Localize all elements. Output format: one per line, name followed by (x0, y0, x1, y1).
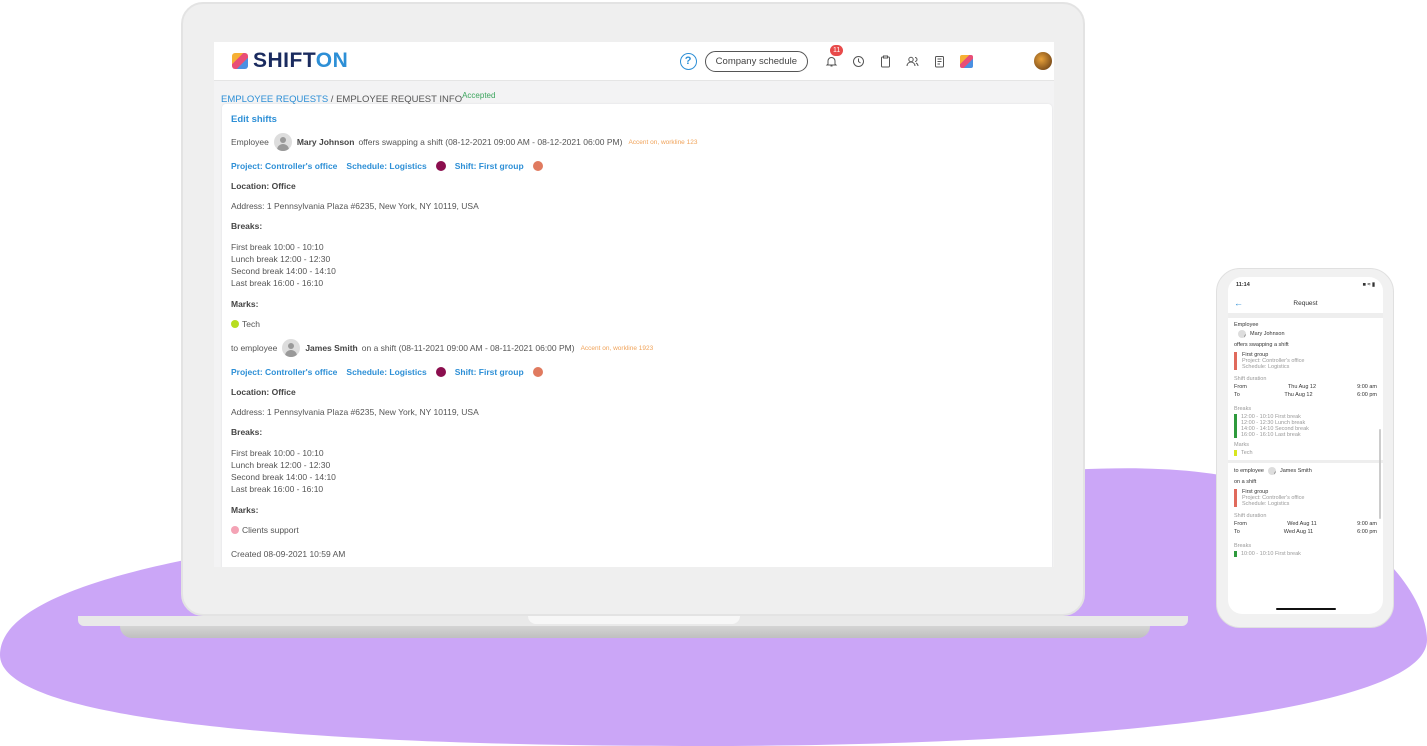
top-navigation-bar: SHIFTON ? Company schedule 11 (214, 42, 1054, 81)
clock-icon[interactable] (851, 54, 865, 68)
to-shift-details: Project: Controller's office Schedule: L… (231, 367, 1043, 377)
user-avatar[interactable] (1034, 52, 1052, 70)
phone-scrollbar[interactable] (1379, 429, 1381, 519)
avatar-icon (1267, 467, 1276, 475)
shift-link[interactable]: Shift: First group (455, 367, 524, 377)
company-schedule-button[interactable]: Company schedule (704, 50, 808, 72)
laptop-screen: SHIFTON ? Company schedule 11 EMPLOYEE R… (214, 42, 1054, 567)
avatar-icon (282, 339, 301, 357)
phone-shift-card[interactable]: First group Project: Controller's office… (1234, 489, 1377, 507)
clipboard-icon[interactable] (878, 54, 892, 68)
location: Location: Office (231, 387, 296, 397)
project-link[interactable]: Project: Controller's office (231, 161, 337, 171)
to-employee-row: to employee James Smith on a shift (08-1… (231, 339, 1043, 357)
mark-color-dot (231, 320, 239, 328)
edit-shifts-link[interactable]: Edit shifts (231, 114, 1043, 125)
schedule-link[interactable]: Schedule: Logistics (346, 161, 426, 171)
schedule-color-dot (435, 367, 446, 377)
mark-color-dot (231, 526, 239, 534)
breaks-title: Breaks: (231, 221, 263, 231)
avatar-icon (273, 133, 292, 151)
project-link[interactable]: Project: Controller's office (231, 367, 337, 377)
location: Location: Office (231, 181, 296, 191)
mark-tech: Tech (231, 319, 1043, 329)
phone-shift-card[interactable]: First group Project: Controller's office… (1234, 352, 1377, 370)
address: Address: 1 Pennsylvania Plaza #6235, New… (231, 201, 479, 211)
request-card: Edit shifts Employee Mary Johnson offers… (222, 104, 1052, 567)
from-employee-name[interactable]: Mary Johnson (297, 137, 355, 147)
shifton-logo[interactable]: SHIFTON (232, 49, 348, 73)
bell-icon[interactable]: 11 (824, 45, 844, 68)
from-shift-details: Project: Controller's office Schedule: L… (231, 161, 1043, 171)
shift-color-dot (532, 161, 543, 171)
phone-screen: 11:14 ■ ≈ ▮ ← Request Employee Mary John… (1228, 277, 1383, 614)
phone-title: Request (1293, 299, 1318, 307)
created-timestamp: Created 08-09-2021 10:59 AM (231, 549, 346, 559)
timesheet-icon[interactable] (932, 54, 946, 68)
shift-link[interactable]: Shift: First group (455, 161, 524, 171)
home-indicator (1276, 608, 1336, 610)
mark-clients-support: Clients support (231, 525, 1043, 535)
calendar-app-icon[interactable] (959, 54, 973, 68)
notification-badge: 11 (830, 45, 844, 56)
breaks-list: First break 10:00 - 10:10 Lunch break 12… (231, 448, 336, 494)
shift-color-dot (532, 367, 543, 377)
address: Address: 1 Pennsylvania Plaza #6235, New… (231, 407, 479, 417)
signal-icon: ■ ≈ ▮ (1362, 282, 1375, 288)
status-badge: Accepted (462, 91, 496, 100)
logo-calendar-icon (232, 53, 248, 69)
breaks-list: First break 10:00 - 10:10 Lunch break 12… (231, 242, 336, 288)
schedule-link[interactable]: Schedule: Logistics (346, 367, 426, 377)
users-icon[interactable] (905, 54, 919, 68)
marks-title: Marks: (231, 299, 259, 309)
marks-title: Marks: (231, 505, 259, 515)
phone-request-body: Employee Mary Johnson offers swapping a … (1228, 318, 1383, 561)
to-employee-name[interactable]: James Smith (305, 343, 357, 353)
avatar-icon (1238, 330, 1246, 338)
breaks-title: Breaks: (231, 427, 263, 437)
laptop-base-shadow (120, 626, 1150, 638)
laptop-notch (528, 616, 740, 624)
help-icon[interactable]: ? (679, 52, 697, 70)
from-employee-row: Employee Mary Johnson offers swapping a … (231, 133, 1043, 151)
schedule-color-dot (435, 161, 446, 171)
phone-status-bar: 11:14 ■ ≈ ▮ (1236, 282, 1375, 288)
phone-nav-bar: ← Request (1228, 293, 1383, 314)
